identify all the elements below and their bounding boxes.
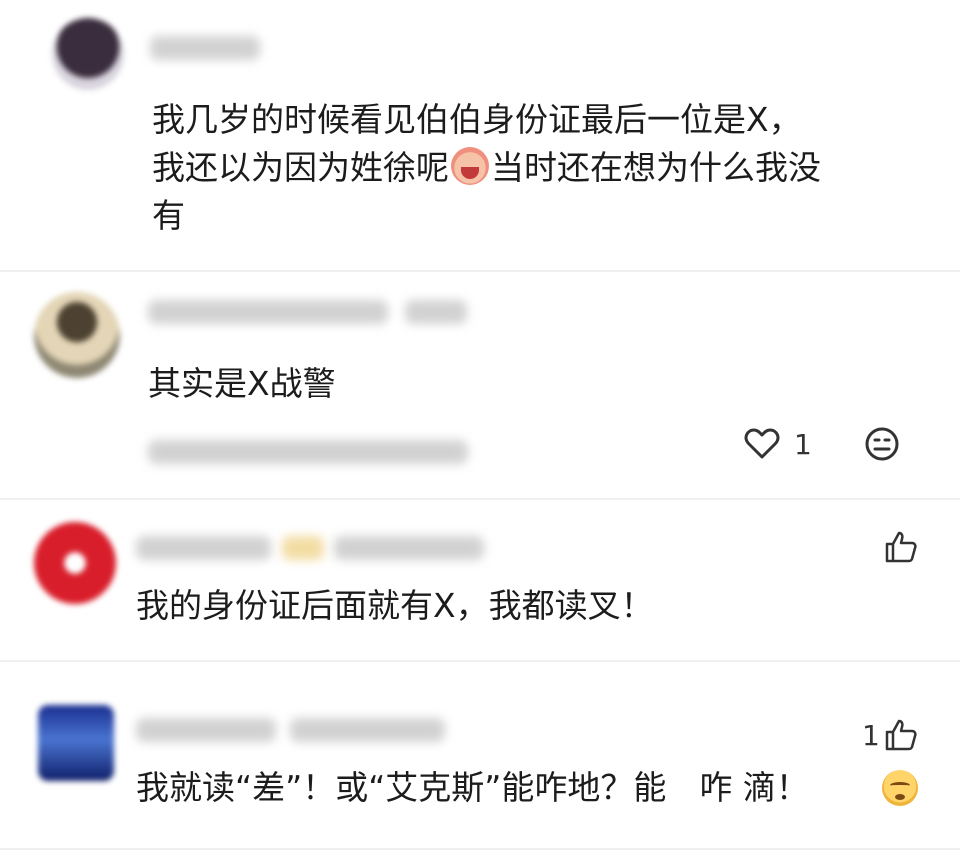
divider bbox=[0, 660, 960, 662]
comment-line: 我还以为因为姓徐呢 bbox=[152, 148, 449, 187]
username-blurred[interactable] bbox=[136, 718, 276, 742]
like-count: 1 bbox=[794, 427, 812, 461]
avatar[interactable] bbox=[38, 705, 114, 781]
emoji-icon bbox=[865, 427, 899, 461]
divider bbox=[0, 270, 960, 272]
comment-text: 我就读“差”！或“艾克斯”能咋地？能 咋 滴！ bbox=[136, 768, 809, 807]
meta-blurred bbox=[290, 718, 445, 742]
comment-text: 其实是X战警 bbox=[148, 364, 336, 403]
tired-emoji-icon bbox=[882, 770, 918, 806]
heart-icon bbox=[744, 428, 780, 459]
like-button[interactable]: 1 bbox=[742, 424, 812, 464]
username-blurred[interactable] bbox=[150, 36, 260, 60]
thumbs-up-icon bbox=[885, 531, 917, 563]
avatar[interactable] bbox=[52, 18, 124, 90]
comment-text: 我的身份证后面就有X，我都读叉！ bbox=[136, 586, 654, 625]
comment-line: 有 bbox=[152, 196, 185, 235]
comment-line: 当时还在想为什么我没 bbox=[491, 148, 821, 187]
like-button[interactable]: 1 bbox=[862, 718, 918, 752]
crying-emoji-icon bbox=[451, 147, 489, 185]
username-blurred[interactable] bbox=[148, 300, 388, 324]
comment-line: 我几岁的时候看见伯伯身份证最后一位是X， bbox=[152, 100, 802, 139]
meta-blurred bbox=[334, 536, 484, 560]
emoji-button[interactable] bbox=[862, 424, 902, 464]
username-blurred[interactable] bbox=[136, 536, 271, 560]
like-count: 1 bbox=[862, 718, 880, 752]
divider bbox=[0, 848, 960, 850]
meta-blurred bbox=[148, 440, 468, 464]
badge-blurred bbox=[282, 536, 324, 560]
like-button[interactable] bbox=[884, 530, 918, 564]
avatar[interactable] bbox=[34, 292, 120, 378]
avatar[interactable] bbox=[34, 522, 116, 604]
divider bbox=[0, 498, 960, 500]
thumbs-up-icon bbox=[885, 719, 917, 751]
meta-blurred bbox=[405, 300, 467, 324]
comment-text: 我几岁的时候看见伯伯身份证最后一位是X， 我还以为因为姓徐呢 当时还在想为什么我没… bbox=[152, 96, 821, 240]
